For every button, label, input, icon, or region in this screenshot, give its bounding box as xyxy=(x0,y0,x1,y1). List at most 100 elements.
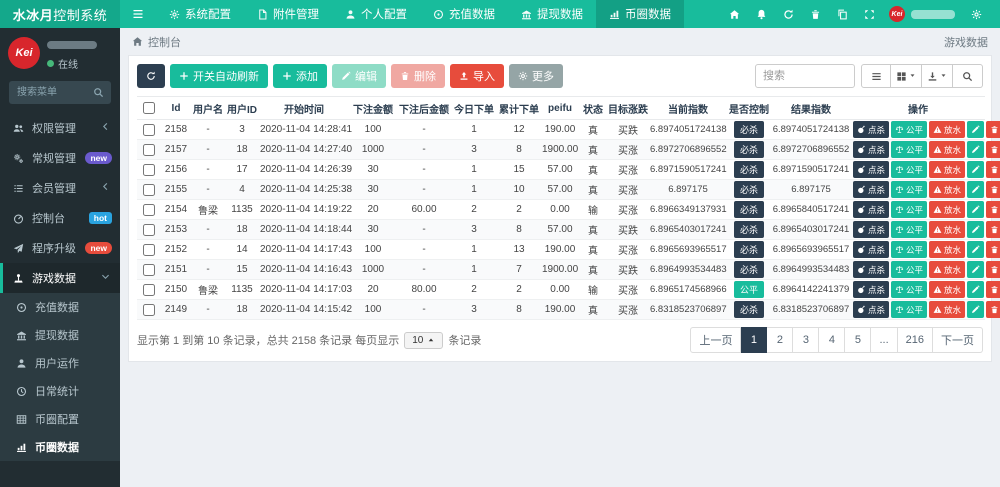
sidebar-subitem-3[interactable]: 日常统计 xyxy=(0,377,120,405)
row-edit-button[interactable] xyxy=(967,241,984,258)
row-edit-button[interactable] xyxy=(967,221,984,238)
row-delete-button[interactable] xyxy=(986,121,1000,138)
fair-button[interactable]: 公平 xyxy=(891,301,927,318)
row-delete-button[interactable] xyxy=(986,221,1000,238)
fair-button[interactable]: 公平 xyxy=(891,161,927,178)
sidebar-toggle-button[interactable] xyxy=(120,0,156,28)
fair-button[interactable]: 公平 xyxy=(891,181,927,198)
row-edit-button[interactable] xyxy=(967,261,984,278)
row-checkbox[interactable] xyxy=(143,244,155,256)
prev-page-button[interactable]: 上一页 xyxy=(690,327,741,353)
kill-button[interactable]: 点杀 xyxy=(853,261,889,278)
row-checkbox[interactable] xyxy=(143,184,155,196)
row-checkbox[interactable] xyxy=(143,164,155,176)
topnav-item-3[interactable]: 充值数据 xyxy=(420,0,508,28)
add-button[interactable]: 添加 xyxy=(273,64,327,88)
kill-button[interactable]: 点杀 xyxy=(853,181,889,198)
water-button[interactable]: 放水 xyxy=(929,121,965,138)
sidebar-subitem-2[interactable]: 用户运作 xyxy=(0,349,120,377)
row-checkbox[interactable] xyxy=(143,124,155,136)
topnav-item-5[interactable]: 币圈数据 xyxy=(596,0,684,28)
kill-button[interactable]: 点杀 xyxy=(853,281,889,298)
row-delete-button[interactable] xyxy=(986,201,1000,218)
page-216[interactable]: 216 xyxy=(898,327,933,353)
page-size-select[interactable]: 10 xyxy=(404,332,443,349)
sidebar-item-5[interactable]: 游戏数据 xyxy=(0,263,120,293)
fullscreen-search-button[interactable] xyxy=(953,64,983,88)
water-button[interactable]: 放水 xyxy=(929,261,965,278)
home-button[interactable] xyxy=(721,9,748,20)
row-delete-button[interactable] xyxy=(986,281,1000,298)
fair-button[interactable]: 公平 xyxy=(891,281,927,298)
kill-button[interactable]: 点杀 xyxy=(853,141,889,158)
water-button[interactable]: 放水 xyxy=(929,181,965,198)
delete-button[interactable]: 删除 xyxy=(391,64,445,88)
water-button[interactable]: 放水 xyxy=(929,161,965,178)
kill-button[interactable]: 点杀 xyxy=(853,241,889,258)
row-checkbox[interactable] xyxy=(143,264,155,276)
more-button[interactable]: 更多 xyxy=(509,64,563,88)
edit-button[interactable]: 编辑 xyxy=(332,64,386,88)
topnav-item-2[interactable]: 个人配置 xyxy=(332,0,420,28)
fair-button[interactable]: 公平 xyxy=(891,121,927,138)
row-checkbox[interactable] xyxy=(143,224,155,236)
water-button[interactable]: 放水 xyxy=(929,301,965,318)
topnav-item-1[interactable]: 附件管理 xyxy=(244,0,332,28)
columns-button[interactable] xyxy=(891,64,922,88)
kill-button[interactable]: 点杀 xyxy=(853,221,889,238)
page-5[interactable]: 5 xyxy=(845,327,871,353)
sidebar-item-3[interactable]: 控制台hot xyxy=(0,203,120,233)
breadcrumb-current[interactable]: 控制台 xyxy=(148,34,181,50)
water-button[interactable]: 放水 xyxy=(929,141,965,158)
row-checkbox[interactable] xyxy=(143,304,155,316)
row-edit-button[interactable] xyxy=(967,201,984,218)
water-button[interactable]: 放水 xyxy=(929,241,965,258)
sidebar-item-4[interactable]: 程序升级new xyxy=(0,233,120,263)
fair-button[interactable]: 公平 xyxy=(891,241,927,258)
settings-button[interactable] xyxy=(963,9,990,20)
export-button[interactable] xyxy=(922,64,953,88)
row-checkbox[interactable] xyxy=(143,284,155,296)
topnav-item-0[interactable]: 系统配置 xyxy=(156,0,244,28)
sidebar-item-0[interactable]: 权限管理 xyxy=(0,113,120,143)
water-button[interactable]: 放水 xyxy=(929,281,965,298)
kill-button[interactable]: 点杀 xyxy=(853,161,889,178)
trash-button[interactable] xyxy=(802,9,829,20)
row-delete-button[interactable] xyxy=(986,241,1000,258)
fair-button[interactable]: 公平 xyxy=(891,221,927,238)
kill-button[interactable]: 点杀 xyxy=(853,201,889,218)
row-delete-button[interactable] xyxy=(986,181,1000,198)
row-edit-button[interactable] xyxy=(967,181,984,198)
pagination-switch-button[interactable] xyxy=(861,64,891,88)
bell-button[interactable] xyxy=(748,9,775,20)
sidebar-subitem-1[interactable]: 提现数据 xyxy=(0,321,120,349)
page-3[interactable]: 3 xyxy=(793,327,819,353)
sidebar-subitem-4[interactable]: 币圈配置 xyxy=(0,405,120,433)
sidebar-item-1[interactable]: 常规管理new xyxy=(0,143,120,173)
row-delete-button[interactable] xyxy=(986,261,1000,278)
kill-button[interactable]: 点杀 xyxy=(853,121,889,138)
header-avatar[interactable]: Kei xyxy=(889,6,905,22)
page-4[interactable]: 4 xyxy=(819,327,845,353)
row-edit-button[interactable] xyxy=(967,281,984,298)
topnav-item-4[interactable]: 提现数据 xyxy=(508,0,596,28)
refresh-button[interactable] xyxy=(137,64,165,88)
water-button[interactable]: 放水 xyxy=(929,221,965,238)
row-checkbox[interactable] xyxy=(143,144,155,156)
sidebar-subitem-5[interactable]: 币圈数据 xyxy=(0,433,120,461)
row-edit-button[interactable] xyxy=(967,301,984,318)
auto-refresh-button[interactable]: 开关自动刷新 xyxy=(170,64,268,88)
row-checkbox[interactable] xyxy=(143,204,155,216)
table-search-input[interactable] xyxy=(755,64,855,88)
kill-button[interactable]: 点杀 xyxy=(853,301,889,318)
sidebar-subitem-0[interactable]: 充值数据 xyxy=(0,293,120,321)
row-delete-button[interactable] xyxy=(986,301,1000,318)
water-button[interactable]: 放水 xyxy=(929,201,965,218)
row-delete-button[interactable] xyxy=(986,161,1000,178)
fair-button[interactable]: 公平 xyxy=(891,141,927,158)
fair-button[interactable]: 公平 xyxy=(891,201,927,218)
row-edit-button[interactable] xyxy=(967,121,984,138)
fair-button[interactable]: 公平 xyxy=(891,261,927,278)
select-all-checkbox[interactable] xyxy=(143,102,155,114)
refresh-button[interactable] xyxy=(775,9,802,20)
